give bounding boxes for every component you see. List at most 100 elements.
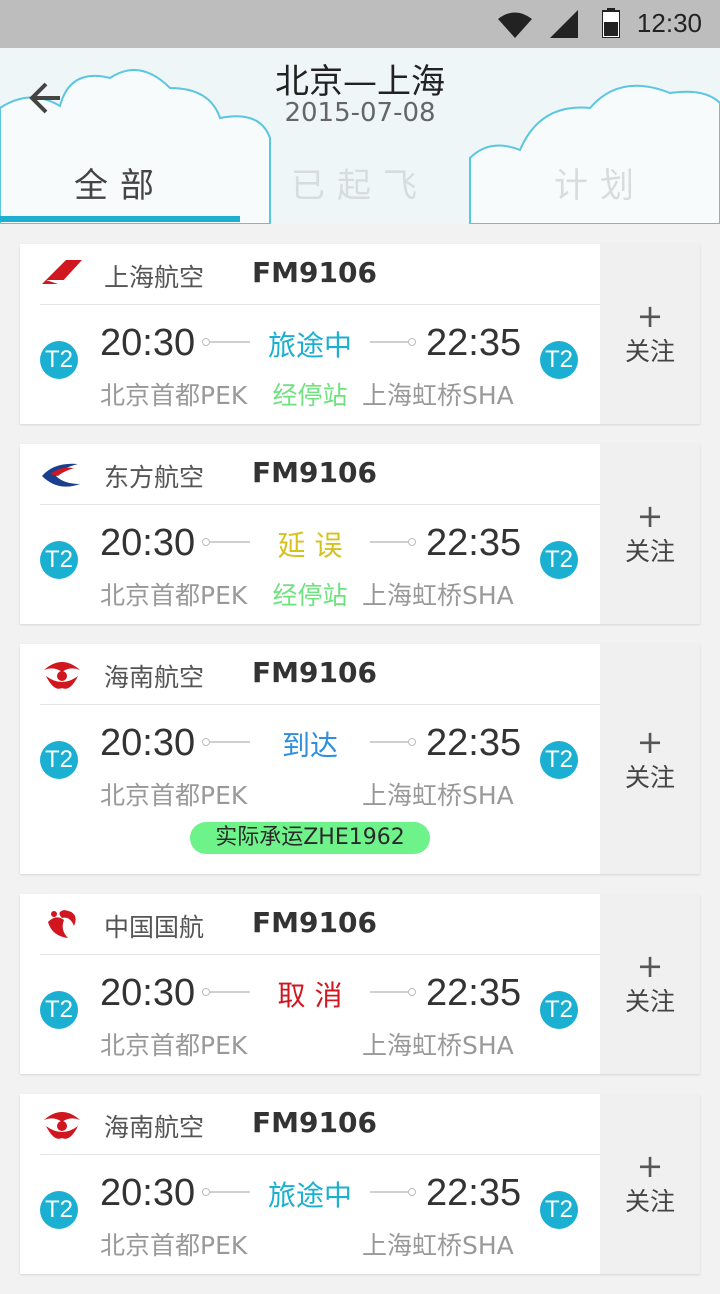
- departure-terminal: T2: [40, 741, 78, 779]
- china-eastern-logo-icon: [42, 463, 80, 487]
- plus-icon: +: [636, 497, 664, 535]
- arrival-terminal: T2: [540, 741, 578, 779]
- departure-time: 20:30: [100, 322, 196, 364]
- departure-airport: 北京首都PEK: [100, 1031, 248, 1060]
- tab-all[interactable]: 全部: [0, 154, 240, 224]
- arrival-time: 22:35: [426, 972, 522, 1014]
- follow-label: 关注: [624, 763, 675, 792]
- departure-terminal: T2: [40, 341, 78, 379]
- airline-name: 东方航空: [104, 463, 205, 492]
- departure-time: 20:30: [100, 972, 196, 1014]
- card-header: 海南航空 FM9106: [40, 644, 600, 705]
- follow-button[interactable]: + 关注: [600, 1094, 700, 1274]
- arrival-airport: 上海虹桥SHA: [362, 781, 514, 810]
- stopover-label: 经停站: [272, 381, 348, 410]
- route-line: [370, 541, 410, 543]
- flight-card[interactable]: 海南航空 FM9106 T2 20:30 到达 22:35 T2 北京首都PEK…: [20, 644, 700, 874]
- route-dot: [202, 538, 210, 546]
- departure-airport: 北京首都PEK: [100, 781, 248, 810]
- signal-icon: [550, 10, 578, 38]
- route-line: [370, 341, 410, 343]
- route-line: [370, 991, 410, 993]
- card-header: 海南航空 FM9106: [40, 1094, 600, 1155]
- route-dot: [202, 1188, 210, 1196]
- airline-name: 海南航空: [104, 1113, 205, 1142]
- follow-button[interactable]: + 关注: [600, 244, 700, 424]
- route-dot: [408, 1188, 416, 1196]
- flight-date: 2015-07-08: [284, 98, 436, 128]
- tab-departed[interactable]: 已起飞: [240, 154, 480, 224]
- header: 北京—上海 2015-07-08 全部 已起飞 计划: [0, 48, 720, 224]
- shanghai-airlines-logo-icon: [42, 260, 82, 286]
- flight-status: 到达: [281, 729, 338, 762]
- stopover-label: 经停站: [272, 581, 348, 610]
- flight-number: FM9106: [252, 456, 377, 489]
- plus-icon: +: [636, 723, 664, 761]
- wifi-icon: [498, 12, 532, 38]
- arrival-airport: 上海虹桥SHA: [362, 1031, 514, 1060]
- route-dot: [408, 988, 416, 996]
- arrival-time: 22:35: [426, 722, 522, 764]
- route-line: [370, 1191, 410, 1193]
- card-header: 中国国航 FM9106: [40, 894, 600, 955]
- status-bar: 12:30: [0, 0, 720, 48]
- page-title: 北京—上海: [275, 62, 445, 102]
- route-dot: [408, 538, 416, 546]
- departure-airport: 北京首都PEK: [100, 581, 248, 610]
- arrival-terminal: T2: [540, 991, 578, 1029]
- status-time: 12:30: [636, 8, 702, 38]
- arrival-terminal: T2: [540, 341, 578, 379]
- flight-status: 旅途中: [267, 329, 352, 362]
- plus-icon: +: [636, 1147, 664, 1185]
- flight-number: FM9106: [252, 1106, 377, 1139]
- flight-card[interactable]: 东方航空 FM9106 T2 20:30 延 误 22:35 T2 北京首都PE…: [20, 444, 700, 624]
- route-dot: [202, 738, 210, 746]
- flight-list: 上海航空 FM9106 T2 20:30 旅途中 22:35 T2 北京首都PE…: [20, 244, 700, 1294]
- airline-name: 上海航空: [104, 263, 205, 292]
- route-dot: [202, 988, 210, 996]
- follow-button[interactable]: + 关注: [600, 894, 700, 1074]
- route-line: [370, 741, 410, 743]
- arrival-time: 22:35: [426, 522, 522, 564]
- route-dot: [408, 738, 416, 746]
- flight-status: 延 误: [277, 529, 343, 562]
- tab-bar: 全部 已起飞 计划: [0, 154, 720, 224]
- plus-icon: +: [636, 947, 664, 985]
- arrival-airport: 上海虹桥SHA: [362, 1231, 514, 1260]
- battery-icon: [602, 8, 620, 38]
- follow-label: 关注: [624, 537, 675, 566]
- departure-terminal: T2: [40, 541, 78, 579]
- arrival-time: 22:35: [426, 322, 522, 364]
- tab-scheduled[interactable]: 计划: [480, 154, 720, 224]
- follow-button[interactable]: + 关注: [600, 444, 700, 624]
- flight-card[interactable]: 海南航空 FM9106 T2 20:30 旅途中 22:35 T2 北京首都PE…: [20, 1094, 700, 1274]
- flight-card[interactable]: 中国国航 FM9106 T2 20:30 取 消 22:35 T2 北京首都PE…: [20, 894, 700, 1074]
- flight-number: FM9106: [252, 256, 377, 289]
- arrival-airport: 上海虹桥SHA: [362, 581, 514, 610]
- card-header: 东方航空 FM9106: [40, 444, 600, 505]
- departure-terminal: T2: [40, 991, 78, 1029]
- flight-status: 旅途中: [267, 1179, 352, 1212]
- departure-terminal: T2: [40, 1191, 78, 1229]
- departure-time: 20:30: [100, 722, 196, 764]
- departure-time: 20:30: [100, 522, 196, 564]
- departure-airport: 北京首都PEK: [100, 381, 248, 410]
- arrival-airport: 上海虹桥SHA: [362, 381, 514, 410]
- air-china-logo-icon: [48, 910, 76, 938]
- follow-button[interactable]: + 关注: [600, 644, 700, 874]
- follow-label: 关注: [624, 987, 675, 1016]
- flight-card[interactable]: 上海航空 FM9106 T2 20:30 旅途中 22:35 T2 北京首都PE…: [20, 244, 700, 424]
- plus-icon: +: [636, 297, 664, 335]
- airline-name: 海南航空: [104, 663, 205, 692]
- flight-number: FM9106: [252, 656, 377, 689]
- hainan-airlines-logo-icon: [44, 1112, 80, 1139]
- route-dot: [202, 338, 210, 346]
- flight-status: 取 消: [277, 979, 343, 1012]
- operating-carrier-badge: 实际承运ZHE1962: [190, 822, 430, 854]
- departure-time: 20:30: [100, 1172, 196, 1214]
- follow-label: 关注: [624, 337, 675, 366]
- flight-number: FM9106: [252, 906, 377, 939]
- follow-label: 关注: [624, 1187, 675, 1216]
- arrival-terminal: T2: [540, 1191, 578, 1229]
- arrival-terminal: T2: [540, 541, 578, 579]
